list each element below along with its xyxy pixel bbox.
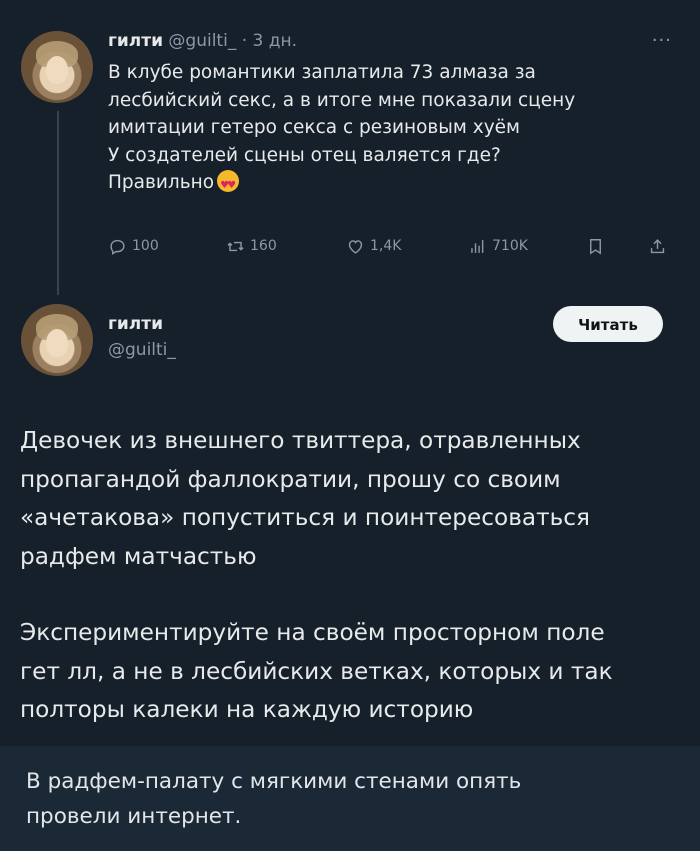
separator: ·: [241, 31, 248, 51]
views-count: 710K: [492, 238, 528, 254]
tweet-thread: гилти @guilti_ · 3 дн. ··· В клубе роман…: [0, 0, 700, 746]
tweet-text-line: Экспериментируйте на своём просторном по…: [20, 619, 605, 646]
views-icon: [471, 239, 484, 253]
heart-icon: [348, 239, 363, 254]
tweet-text-line: Правильно: [108, 169, 668, 200]
tweet-text-line: полторы калеки на каждую историю: [20, 696, 474, 723]
tweet-text-line: имитации гетеро секса с резиновым хуём: [108, 117, 520, 138]
avatar-face: [46, 329, 68, 357]
tweet-text-line: пропагандой фаллократии, прошу со своим: [20, 465, 561, 493]
caption-line: провели интернет.: [26, 804, 242, 829]
tweet-text-line: радфем матчастью: [20, 542, 257, 570]
tweet-text-word: Правильно: [108, 172, 215, 193]
views-button[interactable]: 710K: [468, 233, 528, 259]
tweet-text-line: В клубе романтики заплатила 73 алмаза за: [108, 62, 536, 83]
like-button[interactable]: 1,4K: [346, 233, 401, 259]
avatar[interactable]: [21, 304, 93, 376]
tweet-text: В клубе романтики заплатила 73 алмаза за…: [108, 59, 668, 200]
repost-count: 160: [250, 238, 277, 254]
thread-line: [57, 111, 59, 295]
like-count: 1,4K: [370, 238, 402, 254]
share-button[interactable]: [648, 233, 667, 259]
tweet-header: гилти @guilti_ · 3 дн.: [108, 31, 297, 51]
author-handle[interactable]: @guilti_: [168, 31, 236, 51]
follow-button[interactable]: Читать: [553, 306, 663, 342]
more-options-icon[interactable]: ···: [652, 30, 672, 51]
reply-count: 100: [132, 238, 159, 254]
post-caption: В радфем-палату с мягкими стенами опять …: [0, 746, 700, 851]
repost-icon: [227, 241, 244, 251]
reply-button[interactable]: 100: [108, 233, 159, 259]
tweet-text: Девочек из внешнего твиттера, отравленны…: [20, 422, 690, 730]
bookmark-icon: [590, 238, 601, 255]
reply-icon: [110, 239, 125, 255]
author-name[interactable]: гилти: [108, 314, 163, 334]
heart-eyes-emoji-icon: [217, 170, 240, 200]
share-icon: [650, 238, 665, 253]
caption-text: В радфем-палату с мягкими стенами опять …: [26, 764, 676, 834]
tweet-text-line: лесбийский секс, а в итоге мне показали …: [108, 89, 576, 111]
caption-line: В радфем-палату с мягкими стенами опять: [26, 769, 522, 794]
avatar[interactable]: [21, 31, 93, 103]
tweet-text-line: гет лл, а не в лесбийских ветках, которы…: [20, 657, 613, 685]
author-name[interactable]: гилти: [108, 31, 163, 51]
tweet-text-line: У создателей сцены отец валяется где?: [108, 144, 501, 166]
tweet-text-line: Девочек из внешнего твиттера, отравленны…: [20, 427, 581, 454]
tweet-text-line: «ачетакова» попуститься и поинтересовать…: [20, 504, 590, 531]
avatar-face: [46, 56, 68, 84]
author-handle[interactable]: @guilti_: [108, 340, 176, 360]
tweet-time[interactable]: 3 дн.: [253, 31, 298, 51]
tweet-actions: 100 160 1,4K 710K: [108, 233, 673, 259]
bookmark-button[interactable]: [586, 233, 605, 259]
repost-button[interactable]: 160: [226, 233, 277, 259]
